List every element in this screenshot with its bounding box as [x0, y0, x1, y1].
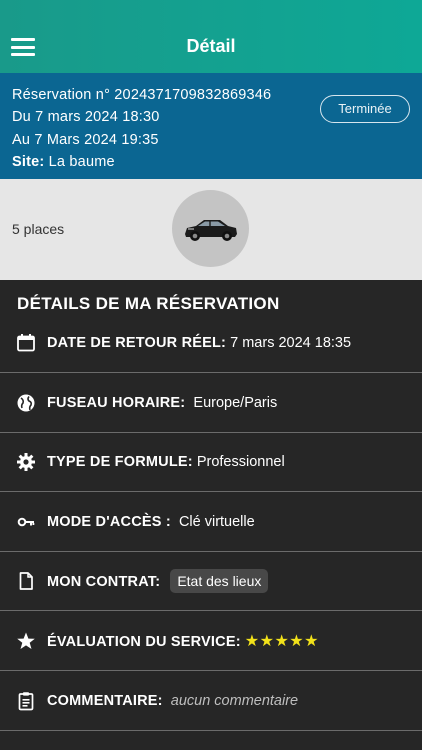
reservation-summary: Réservation n° 2024371709832869346 Du 7 …: [0, 73, 422, 179]
vehicle-band: 5 places: [0, 179, 422, 280]
document-icon: [19, 572, 33, 590]
rating-stars: ★★★★★: [244, 633, 319, 650]
reservation-number: Réservation n° 2024371709832869346: [12, 87, 272, 103]
reservation-details: DÉTAILS DE MA RÉSERVATION DATE DE RETOUR…: [0, 280, 422, 750]
detail-row-timezone: FUSEAU HORAIRE: Europe/Paris: [0, 373, 422, 433]
formula-value: Professionnel: [196, 454, 285, 470]
seat-count: 5 places: [12, 221, 65, 237]
gear-icon: [17, 453, 35, 471]
return-date-value: 7 mars 2024 18:35: [230, 335, 352, 351]
timezone-label: FUSEAU HORAIRE:: [47, 395, 186, 411]
site-value: La baume: [48, 154, 115, 170]
detail-row-return-date: DATE DE RETOUR RÉEL: 7 mars 2024 18:35: [0, 313, 422, 373]
return-date-label: DATE DE RETOUR RÉEL:: [47, 335, 227, 351]
rating-label: ÉVALUATION DU SERVICE:: [47, 634, 241, 650]
section-title: DÉTAILS DE MA RÉSERVATION: [17, 294, 280, 313]
comment-value: aucun commentaire: [170, 693, 299, 709]
app-header: Détail: [0, 0, 422, 73]
reservation-site: Site: La baume: [12, 154, 115, 170]
detail-row-rating: ÉVALUATION DU SERVICE: ★★★★★: [0, 611, 422, 671]
detail-row-contract: MON CONTRAT: Etat des lieux: [0, 551, 422, 611]
status-badge: Terminée: [320, 95, 410, 123]
reservation-end: Au 7 Mars 2024 19:35: [12, 132, 159, 148]
reservation-start: Du 7 mars 2024 18:30: [12, 109, 160, 125]
access-value: Clé virtuelle: [178, 514, 255, 530]
formula-label: TYPE DE FORMULE:: [47, 454, 193, 470]
clipboard-icon: [18, 692, 34, 711]
key-icon: [17, 517, 35, 527]
access-label: MODE D'ACCÈS :: [47, 514, 171, 530]
comment-label: COMMENTAIRE:: [47, 693, 163, 709]
timezone-value: Europe/Paris: [193, 395, 278, 411]
site-label: Site:: [12, 154, 45, 170]
inspection-report-button[interactable]: Etat des lieux: [170, 569, 269, 593]
detail-row-formula: TYPE DE FORMULE: Professionnel: [0, 432, 422, 492]
vehicle-avatar: [172, 190, 249, 267]
star-icon: [17, 632, 35, 649]
globe-icon: [17, 394, 35, 412]
calendar-icon: [17, 334, 35, 352]
detail-row-comment: COMMENTAIRE: aucun commentaire: [0, 671, 422, 731]
car-icon: [185, 220, 237, 241]
page-title: Détail: [186, 36, 236, 56]
contract-label: MON CONTRAT:: [47, 574, 161, 590]
row-divider: [0, 730, 422, 731]
detail-row-access: MODE D'ACCÈS : Clé virtuelle: [0, 492, 422, 552]
